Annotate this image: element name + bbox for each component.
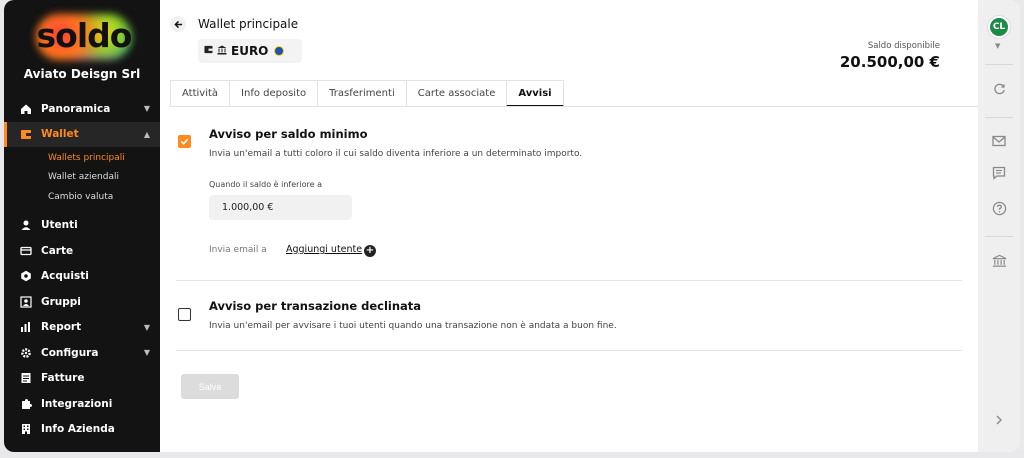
sidebar-item-fatture[interactable]: Fatture xyxy=(4,366,160,392)
gear-icon xyxy=(19,346,33,360)
sidebar-item-label: Panoramica xyxy=(41,102,111,115)
logo-text: soldo xyxy=(36,16,133,55)
sidebar-item-label: Acquisti xyxy=(41,270,89,283)
sidebar-item-label: Carte xyxy=(41,244,74,257)
sidebar-item-label: Fatture xyxy=(41,372,85,385)
chat-icon[interactable] xyxy=(989,163,1009,183)
currency-badge: EURO xyxy=(198,39,302,63)
chevron-down-icon: ▼ xyxy=(143,348,150,357)
chevron-right-icon[interactable] xyxy=(989,410,1009,430)
sidebar-item-label: Configura xyxy=(41,346,99,359)
sidebar-item-label: Gruppi xyxy=(41,295,81,308)
back-arrow-icon[interactable] xyxy=(170,16,186,32)
section-divider xyxy=(176,350,962,351)
declined-tx-title: Avviso per transazione declinata xyxy=(209,299,422,313)
section-divider xyxy=(176,280,962,281)
threshold-label: Quando il saldo è inferiore a xyxy=(209,180,323,189)
help-icon[interactable] xyxy=(989,198,1009,218)
invoice-icon xyxy=(19,371,33,385)
eu-flag-icon xyxy=(274,46,285,56)
group-icon xyxy=(19,295,33,309)
sidebar-item-label: Report xyxy=(41,321,82,334)
tab-trasferimenti[interactable]: Trasferimenti xyxy=(317,80,406,107)
right-rail: CL ▼ xyxy=(978,0,1020,452)
chevron-down-icon[interactable]: ▼ xyxy=(995,42,1000,50)
sidebar-item-wallet[interactable]: Wallet ▲ xyxy=(4,121,160,147)
sidebar-nav: Panoramica ▼ Wallet ▲ Wallets principali… xyxy=(4,96,160,442)
bank-icon xyxy=(217,45,227,58)
send-email-label: Invia email a xyxy=(209,245,267,255)
sidebar-item-acquisti[interactable]: Acquisti xyxy=(4,264,160,290)
tab-bar: Attività Info deposito Trasferimenti Car… xyxy=(170,80,564,107)
card-icon xyxy=(19,244,33,258)
save-button[interactable]: Salva xyxy=(181,374,239,399)
sidebar-item-label: Info Azienda xyxy=(41,423,115,436)
rail-divider xyxy=(985,117,1013,118)
plus-circle-icon[interactable]: + xyxy=(364,245,376,257)
home-icon xyxy=(19,102,33,116)
chevron-down-icon: ▼ xyxy=(143,322,150,332)
sidebar-subitem-cambio-valuta[interactable]: Cambio valuta xyxy=(4,187,160,207)
min-balance-description: Invia un'email a tutti coloro il cui sal… xyxy=(209,149,583,159)
sidebar-item-panoramica[interactable]: Panoramica ▼ xyxy=(4,96,160,122)
min-balance-alert-section: Avviso per saldo minimo Invia un'email a… xyxy=(176,127,962,281)
app-frame: soldo Aviato Deisgn Srl Panoramica ▼ Wal… xyxy=(0,0,1024,458)
sidebar-subitem-wallet-aziendali[interactable]: Wallet aziendali xyxy=(4,168,160,188)
chart-icon xyxy=(19,320,33,334)
sidebar-item-carte[interactable]: Carte xyxy=(4,238,160,264)
sidebar-item-gruppi[interactable]: Gruppi xyxy=(4,289,160,315)
sidebar-item-label: Integrazioni xyxy=(41,397,113,410)
declined-tx-alert-section: Avviso per transazione declinata Invia u… xyxy=(176,299,962,353)
tab-attivita[interactable]: Attività xyxy=(170,80,230,107)
declined-tx-checkbox[interactable] xyxy=(178,308,191,321)
bank-icon[interactable] xyxy=(989,251,1009,271)
sidebar-item-utenti[interactable]: Utenti xyxy=(4,213,160,239)
rail-divider xyxy=(985,64,1013,65)
min-balance-title: Avviso per saldo minimo xyxy=(209,127,368,141)
sidebar-item-integrazioni[interactable]: Integrazioni xyxy=(4,391,160,417)
balance-value: 20.500,00 € xyxy=(839,53,940,71)
currency-label: EURO xyxy=(231,44,269,58)
balance-label: Saldo disponibile xyxy=(867,41,940,51)
sidebar-subitem-wallets-principali[interactable]: Wallets principali xyxy=(4,148,160,168)
sidebar: soldo Aviato Deisgn Srl Panoramica ▼ Wal… xyxy=(4,0,160,452)
page-title: Wallet principale xyxy=(198,17,299,31)
company-name: Aviato Deisgn Srl xyxy=(23,67,141,81)
chevron-up-icon: ▲ xyxy=(143,129,150,139)
wallet-submenu: Wallets principali Wallet aziendali Camb… xyxy=(4,147,160,213)
wallet-icon xyxy=(19,127,33,141)
tab-carte-associate[interactable]: Carte associate xyxy=(405,80,507,107)
sidebar-item-label: Utenti xyxy=(41,219,78,232)
purchase-icon xyxy=(19,269,33,283)
sidebar-item-info-azienda[interactable]: Info Azienda xyxy=(4,417,160,443)
building-icon xyxy=(19,422,33,436)
refresh-icon[interactable] xyxy=(989,79,1009,99)
chevron-down-icon: ▼ xyxy=(143,104,150,113)
sidebar-item-label: Wallet xyxy=(41,128,79,141)
soldo-logo[interactable]: soldo xyxy=(34,14,134,60)
avatar[interactable]: CL xyxy=(988,16,1010,38)
add-user-link[interactable]: Aggiungi utente xyxy=(286,244,362,255)
main-content: Wallet principale EURO Saldo disponibile… xyxy=(160,0,978,452)
user-icon xyxy=(19,218,33,232)
sidebar-item-report[interactable]: Report ▼ xyxy=(4,315,160,341)
tab-avvisi[interactable]: Avvisi xyxy=(506,80,564,107)
puzzle-icon xyxy=(19,397,33,411)
threshold-amount-input[interactable] xyxy=(209,195,352,220)
rail-divider xyxy=(985,236,1013,237)
mail-icon[interactable] xyxy=(989,131,1009,151)
min-balance-checkbox[interactable] xyxy=(178,135,191,148)
tabs-divider xyxy=(170,106,978,107)
sidebar-item-configura[interactable]: Configura ▼ xyxy=(4,340,160,366)
declined-tx-description: Invia un'email per avvisare i tuoi utent… xyxy=(209,321,617,331)
wallet-small-icon xyxy=(204,45,213,57)
tab-info-deposito[interactable]: Info deposito xyxy=(229,80,318,107)
